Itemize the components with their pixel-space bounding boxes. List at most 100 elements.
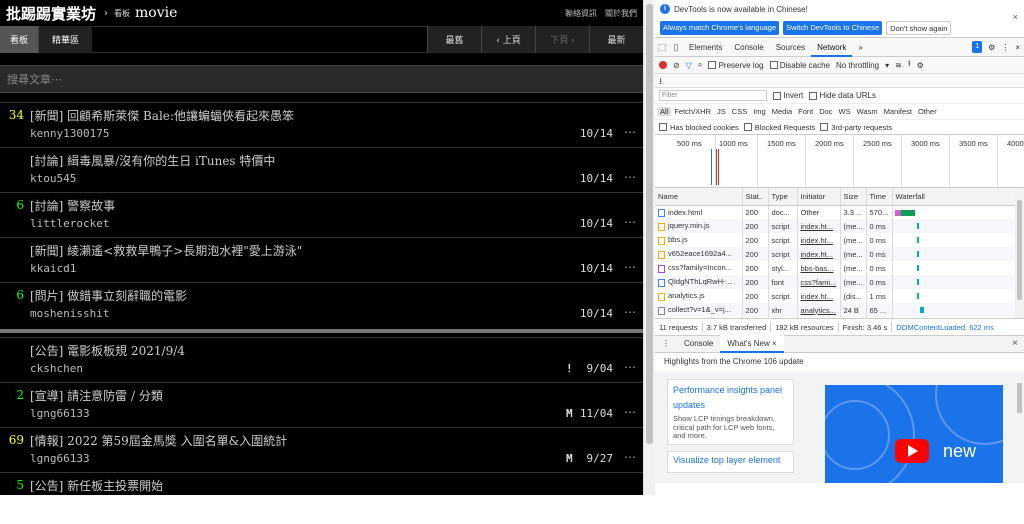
table-scrollbar[interactable] xyxy=(1015,188,1024,318)
request-initiator[interactable]: index.ht... xyxy=(797,247,841,261)
more-menu-icon[interactable]: ⋯ xyxy=(624,360,636,374)
drawer-tab-console[interactable]: Console xyxy=(677,335,720,353)
more-menu-icon[interactable]: ⋯ xyxy=(624,125,636,139)
request-row[interactable]: v652eace1692a4... 200 script index.ht... (me… xyxy=(655,247,1024,261)
hide-data-urls-checkbox[interactable] xyxy=(809,91,818,100)
table-scrollbar-thumb[interactable] xyxy=(1017,200,1022,300)
about-link[interactable]: 關於我們 xyxy=(605,8,637,19)
request-initiator[interactable]: bbs-bas... xyxy=(797,261,841,275)
column-header-initiator[interactable]: Initiator xyxy=(797,188,841,206)
column-header-name[interactable]: Name xyxy=(655,188,743,206)
type-filter-all[interactable]: All xyxy=(657,107,672,116)
card1-title[interactable]: Performance insights panel updates xyxy=(673,383,788,413)
post-title[interactable]: [宣導] 請注意防雷 / 分類 xyxy=(30,387,163,404)
banner-close-icon[interactable]: × xyxy=(1013,12,1018,22)
post-row[interactable]: 5[公告] 新任板主投票開始lgng66133M10/09⋯ xyxy=(0,472,643,495)
tab-close-icon[interactable]: × xyxy=(772,339,777,348)
search-icon[interactable]: ⌕ xyxy=(698,60,702,70)
filter-icon[interactable]: ▽ xyxy=(686,61,692,70)
inspect-icon[interactable]: ⬚ xyxy=(655,42,669,53)
page-scrollbar-thumb[interactable] xyxy=(646,4,653,444)
request-row[interactable]: QIdgNThLqRwH-... 200 font css?fami... (me...… xyxy=(655,275,1024,289)
column-header-waterfall[interactable]: Waterfall xyxy=(892,188,1024,206)
request-initiator[interactable]: Other xyxy=(797,205,841,219)
post-title[interactable]: [新聞] 回顧希斯萊傑 Bale:他讓蝙蝠俠看起來愚笨 xyxy=(30,107,294,124)
download-icon[interactable]: ⭳ xyxy=(659,76,662,86)
issues-badge[interactable]: 1 xyxy=(972,41,983,53)
chevron-down-icon[interactable]: ▾ xyxy=(885,61,889,70)
type-filter-manifest[interactable]: Manifest xyxy=(881,107,915,116)
post-row[interactable]: 34 [新聞] 回顧希斯萊傑 Bale:他讓蝙蝠俠看起來愚笨 kenny130017… xyxy=(0,102,643,147)
tab-sources[interactable]: Sources xyxy=(770,38,811,57)
disable-cache-checkbox[interactable] xyxy=(769,61,778,70)
devtools-close-icon[interactable]: × xyxy=(1015,43,1020,52)
search-input[interactable]: 搜尋文章⋯ xyxy=(0,65,643,93)
contact-link[interactable]: 聯絡資訊 xyxy=(565,8,597,19)
column-header-size[interactable]: Size xyxy=(840,188,867,206)
more-menu-icon[interactable]: ⋯ xyxy=(624,260,636,274)
drawer-menu-icon[interactable]: ⋮ xyxy=(655,335,677,353)
network-settings-gear-icon[interactable]: ⚙ xyxy=(917,61,924,70)
more-menu-icon[interactable]: ⋯ xyxy=(624,170,636,184)
request-initiator[interactable]: v652eac... xyxy=(797,317,841,318)
top-layer-card[interactable]: Visualize top layer element xyxy=(667,451,794,473)
settings-gear-icon[interactable]: ⚙ xyxy=(988,43,995,52)
type-filter-font[interactable]: Font xyxy=(795,107,816,116)
post-row[interactable]: [公告] 電影板板規 2021/9/4 ckshchen! 9/04 ⋯ xyxy=(0,337,643,382)
post-title[interactable]: [討論] 緝毒風暴/沒有你的生日 iTunes 特價中 xyxy=(30,152,275,169)
post-row[interactable]: [新聞] 綾瀨遙<救救旱鴨子>長期泡水裡"愛上游泳" kkaicd1 10/14 ⋯ xyxy=(0,237,643,282)
type-filter-fetchxhr[interactable]: Fetch/XHR xyxy=(671,107,714,116)
tab-board[interactable]: 看板 xyxy=(0,26,38,53)
type-filter-img[interactable]: Img xyxy=(750,107,769,116)
type-filter-wasm[interactable]: Wasm xyxy=(854,107,881,116)
blocked-cookies-checkbox[interactable] xyxy=(659,123,667,131)
post-title[interactable]: [新聞] 綾瀨遙<救救旱鴨子>長期泡水裡"愛上游泳" xyxy=(30,242,302,259)
request-initiator[interactable]: index.ht... xyxy=(797,233,841,247)
overview-timeline[interactable]: 500 ms 1000 ms 1500 ms 2000 ms 2500 ms 3000 m… xyxy=(655,135,1024,188)
switch-chinese-button[interactable]: Switch DevTools to Chinese xyxy=(783,21,883,35)
preserve-log-checkbox[interactable] xyxy=(708,61,717,70)
invert-checkbox[interactable] xyxy=(773,91,781,100)
request-initiator[interactable]: css?fami... xyxy=(797,275,841,289)
column-header-time[interactable]: Time xyxy=(866,188,893,206)
tab-digest[interactable]: 精華區 xyxy=(38,26,92,53)
post-row[interactable]: 2 [宣導] 請注意防雷 / 分類 lgng66133 M 11/04 ⋯ xyxy=(0,382,643,427)
column-header-stat[interactable]: Stat.. xyxy=(742,188,769,206)
request-row[interactable]: css?family=Incon... 200 styl... bbs-bas...(… xyxy=(655,261,1024,275)
post-title[interactable]: [討論] 警察故事 xyxy=(30,197,115,214)
column-header-type[interactable]: Type xyxy=(768,188,798,206)
post-title[interactable]: [情報] 2022 第59屆金馬獎 入圍名單&入圍統計 xyxy=(30,432,287,449)
perf-insights-card[interactable]: Performance insights panel updates Show … xyxy=(667,379,794,445)
more-menu-icon[interactable]: ⋯ xyxy=(624,215,636,229)
tab-network[interactable]: Network xyxy=(811,38,853,57)
third-party-checkbox[interactable] xyxy=(820,123,829,131)
page-scrollbar[interactable] xyxy=(643,0,655,495)
request-row[interactable]: index.html 200 doc... Other 3.3 ... 570... xyxy=(655,205,1024,219)
wifi-icon[interactable]: ≋ xyxy=(895,61,902,70)
request-initiator[interactable]: index.ht... xyxy=(797,219,841,233)
type-filter-doc[interactable]: Doc xyxy=(816,107,835,116)
drawer-tab-whats-new[interactable]: What's New × xyxy=(720,335,784,353)
tab-console[interactable]: Console xyxy=(728,38,769,57)
filter-input[interactable]: Filter xyxy=(659,90,767,101)
board-name[interactable]: movie xyxy=(135,5,177,21)
whats-new-scrollbar[interactable] xyxy=(1015,373,1023,481)
oldest-button[interactable]: 最舊 xyxy=(427,26,481,53)
post-title[interactable]: [公告] 新任板主投票開始 xyxy=(30,477,163,494)
post-title[interactable]: [公告] 電影板板規 2021/9/4 xyxy=(30,342,185,359)
upload-icon[interactable]: ⭱ xyxy=(908,58,911,72)
match-language-button[interactable]: Always match Chrome's language xyxy=(660,21,780,35)
kebab-menu-icon[interactable]: ⋮ xyxy=(1001,43,1009,52)
site-title[interactable]: 批踢踢實業坊 xyxy=(6,3,96,24)
post-title[interactable]: [問片] 做錯事立刻辭職的電影 xyxy=(30,287,187,304)
request-initiator[interactable]: index.ht... xyxy=(797,289,841,303)
request-row[interactable]: rum200xhrv652eac...163 B156... xyxy=(655,317,1024,318)
post-row[interactable]: 69 [情報] 2022 第59屆金馬獎 入圍名單&入圍統計 lgng66133 M 9… xyxy=(0,427,643,472)
request-row[interactable]: jquery.min.js 200 script index.ht... (me... 0… xyxy=(655,219,1024,233)
throttling-select[interactable]: No throttling xyxy=(836,61,879,70)
type-filter-ws[interactable]: WS xyxy=(836,107,854,116)
tab-elements[interactable]: Elements xyxy=(683,38,728,57)
post-row[interactable]: 6 [問片] 做錯事立刻辭職的電影 moshenisshit 10/14 ⋯ xyxy=(0,282,643,327)
type-filter-js[interactable]: JS xyxy=(714,107,729,116)
post-row[interactable]: [討論] 緝毒風暴/沒有你的生日 iTunes 特價中 ktou545 10/14 ⋯ xyxy=(0,147,643,192)
